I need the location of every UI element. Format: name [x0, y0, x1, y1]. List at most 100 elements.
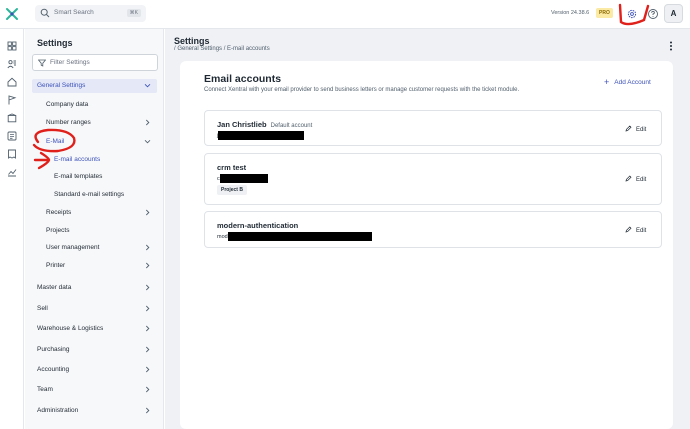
edit-label: Edit	[636, 228, 647, 234]
nav-company-data[interactable]: Company data	[32, 98, 157, 112]
account-row[interactable]: Jan ChristliebDefault account j Edit	[204, 110, 662, 146]
edit-account-button[interactable]: Edit	[625, 175, 646, 183]
chevron-down-icon	[144, 139, 151, 144]
account-row[interactable]: crm test c Project B Edit	[204, 153, 662, 205]
flag-icon[interactable]	[7, 95, 17, 105]
list-icon[interactable]	[7, 131, 17, 141]
nav-general-settings[interactable]: General Settings	[32, 79, 157, 93]
nav-label: E-Mail	[46, 138, 65, 145]
account-name: Jan Christlieb Default account	[217, 120, 312, 129]
help-icon[interactable]	[647, 8, 659, 20]
card-subtitle: Connect Xentral with your email provider…	[204, 87, 520, 93]
project-tag: Project B	[217, 185, 247, 195]
users-icon[interactable]	[7, 59, 17, 69]
smart-search-input[interactable]: Smart Search ⌘K	[35, 5, 146, 22]
nav-label: Accounting	[37, 366, 70, 373]
account-name: modern-authentication	[217, 221, 299, 230]
nav-label: Receipts	[46, 209, 72, 216]
nav-label: Printer	[46, 262, 66, 269]
pencil-icon	[625, 175, 632, 182]
chevron-right-icon	[145, 386, 150, 393]
plus-icon: +	[604, 77, 610, 87]
pencil-icon	[625, 226, 632, 233]
sidebar-title: Settings	[37, 38, 73, 48]
nav-team[interactable]: Team	[32, 383, 157, 397]
nav-label: Warehouse & Logistics	[37, 325, 104, 332]
app-navigation-rail	[0, 29, 24, 429]
nav-accounting[interactable]: Accounting	[32, 363, 157, 377]
main-content: Settings / General Settings / E-mail acc…	[165, 29, 690, 429]
dashboard-icon[interactable]	[7, 41, 17, 51]
card-title: Email accounts	[204, 73, 282, 85]
edit-account-button[interactable]: Edit	[625, 125, 646, 133]
settings-gear-icon[interactable]	[626, 8, 638, 20]
nav-master-data[interactable]: Master data	[32, 281, 157, 295]
email-accounts-card: Email accounts Connect Xentral with your…	[180, 61, 673, 429]
filter-settings-input[interactable]: Filter Settings	[32, 54, 158, 71]
nav-projects[interactable]: Projects	[32, 224, 157, 238]
chevron-down-icon	[144, 83, 151, 88]
add-account-button[interactable]: + Add Account	[604, 77, 651, 87]
home-icon[interactable]	[7, 77, 17, 87]
nav-purchasing[interactable]: Purchasing	[32, 343, 157, 357]
chevron-right-icon	[145, 284, 150, 291]
nav-label: Master data	[37, 284, 72, 291]
chevron-right-icon	[145, 366, 150, 373]
page-title: Settings	[174, 36, 210, 46]
nav-label: Administration	[37, 407, 79, 414]
account-row[interactable]: modern-authentication mod Edit	[204, 211, 662, 248]
nav-number-ranges[interactable]: Number ranges	[32, 116, 157, 130]
chevron-right-icon	[145, 244, 150, 251]
nav-label: Standard e-mail settings	[54, 191, 125, 198]
box-icon[interactable]	[7, 113, 17, 123]
search-icon	[40, 8, 50, 18]
account-name: crm test	[217, 163, 247, 172]
nav-standard-email-settings[interactable]: Standard e-mail settings	[32, 188, 157, 202]
nav-warehouse-logistics[interactable]: Warehouse & Logistics	[32, 322, 157, 336]
nav-label: General Settings	[37, 82, 86, 89]
chevron-right-icon	[145, 407, 150, 414]
chevron-right-icon	[145, 209, 150, 216]
nav-email-templates[interactable]: E-mail templates	[32, 170, 157, 184]
version-label: Version 24.38.6	[551, 10, 590, 16]
edit-account-button[interactable]: Edit	[625, 226, 646, 234]
chevron-right-icon	[145, 119, 150, 126]
account-name-text: Jan Christlieb	[217, 120, 267, 129]
account-email: c	[217, 174, 268, 183]
chevron-right-icon	[145, 346, 150, 353]
pro-badge: PRO	[596, 8, 613, 18]
search-shortcut-badge: ⌘K	[126, 9, 141, 17]
nav-email-accounts[interactable]: E-mail accounts	[32, 153, 157, 167]
nav-label: Projects	[46, 227, 70, 234]
nav-user-management[interactable]: User management	[32, 241, 157, 255]
redaction-bar	[218, 131, 305, 140]
nav-printer[interactable]: Printer	[32, 259, 157, 273]
user-avatar[interactable]: A	[664, 4, 683, 23]
filter-icon	[38, 59, 46, 67]
receipt-icon[interactable]	[7, 149, 17, 159]
chart-icon[interactable]	[7, 167, 17, 177]
nav-sell[interactable]: Sell	[32, 302, 157, 316]
chevron-right-icon	[145, 305, 150, 312]
edit-label: Edit	[636, 177, 647, 183]
nav-label: User management	[46, 244, 100, 251]
nav-label: Company data	[46, 101, 89, 108]
nav-label: E-mail accounts	[54, 156, 101, 163]
more-options-icon[interactable]	[668, 40, 674, 52]
nav-email[interactable]: E-Mail	[32, 135, 157, 149]
chevron-right-icon	[145, 262, 150, 269]
nav-administration[interactable]: Administration	[32, 404, 157, 418]
email-prefix: mod	[217, 233, 228, 240]
account-email: mod	[217, 232, 372, 241]
filter-placeholder: Filter Settings	[50, 59, 90, 66]
chevron-right-icon	[145, 325, 150, 332]
default-account-badge: Default account	[270, 123, 313, 129]
nav-label: Purchasing	[37, 346, 70, 353]
settings-sidebar: Settings Filter Settings General Setting…	[25, 29, 164, 429]
redaction-bar	[219, 174, 268, 183]
nav-label: Number ranges	[46, 119, 91, 126]
search-placeholder: Smart Search	[54, 9, 94, 16]
xentral-logo[interactable]	[5, 7, 19, 21]
breadcrumb[interactable]: / General Settings / E-mail accounts	[174, 46, 270, 52]
nav-receipts[interactable]: Receipts	[32, 206, 157, 220]
